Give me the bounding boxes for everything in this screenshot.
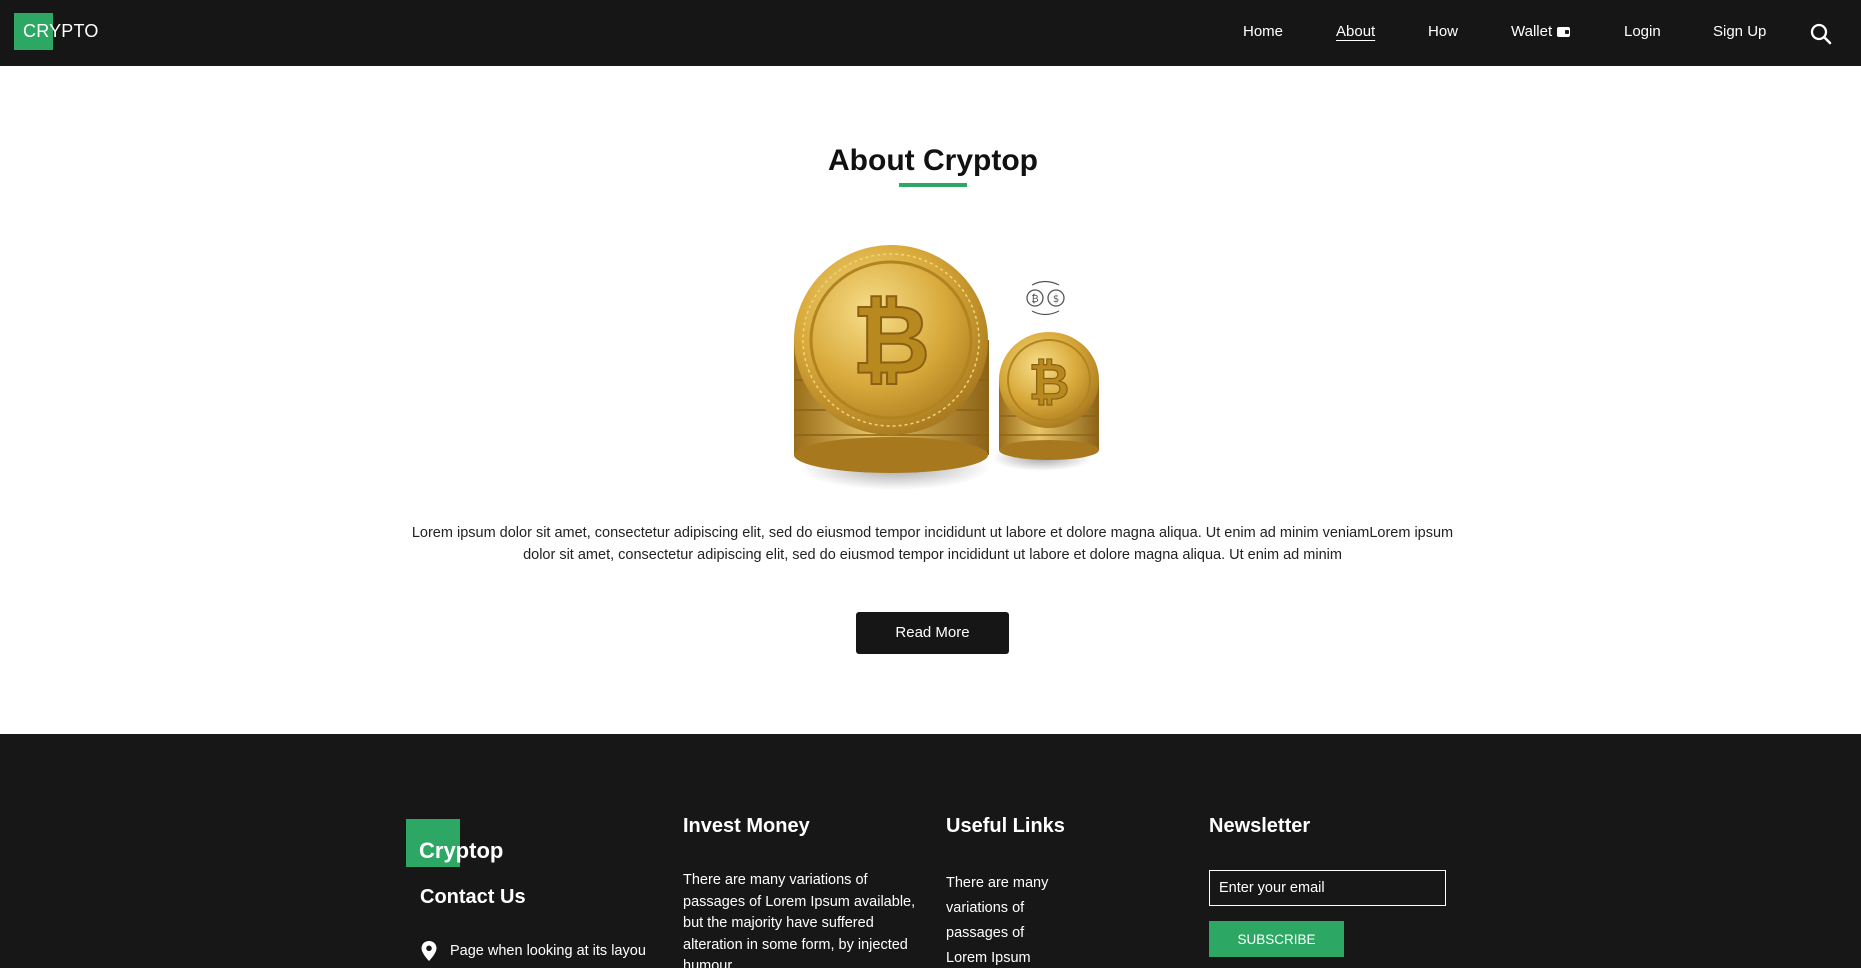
search-icon[interactable]: [1809, 22, 1833, 46]
footer: Cryptop Contact Us Page when looking at …: [0, 734, 1861, 968]
about-title: About Cryptop: [828, 144, 1038, 177]
bitcoin-coins-image: ₿ ₿ ₿ $: [780, 240, 1120, 505]
brand-text: CRYPTO: [23, 21, 99, 41]
nav-home[interactable]: Home: [1243, 22, 1283, 42]
contact-title: Contact Us: [420, 886, 526, 908]
nav-sign-up[interactable]: Sign Up: [1713, 22, 1766, 42]
nav-about[interactable]: About: [1336, 22, 1375, 42]
nav-how[interactable]: How: [1428, 22, 1458, 42]
nav-wallet[interactable]: Wallet: [1511, 22, 1571, 42]
location-pin-icon: [420, 940, 438, 962]
wallet-icon: [1557, 27, 1571, 37]
svg-text:₿: ₿: [1031, 293, 1038, 305]
contact-address-row: Page when looking at its layou: [420, 940, 646, 962]
footer-logo[interactable]: Cryptop: [406, 819, 503, 867]
svg-text:₿: ₿: [1029, 353, 1070, 411]
email-input[interactable]: [1209, 870, 1446, 906]
invest-title: Invest Money: [683, 815, 810, 837]
invest-text: There are many variations of passages of…: [683, 872, 916, 968]
useful-links-text: There are many variations of passages of…: [946, 875, 1049, 966]
footer-logo-text: Cryptop: [419, 838, 504, 863]
nav-wallet-label: Wallet: [1511, 23, 1553, 40]
navbar: CRYPTO Home About How Wallet Login Sign …: [0, 0, 1861, 66]
svg-text:$: $: [1053, 294, 1059, 305]
title-underline: [899, 183, 967, 187]
newsletter-title: Newsletter: [1209, 815, 1311, 837]
about-description: Lorem ipsum dolor sit amet, consectetur …: [411, 525, 1454, 563]
subscribe-button[interactable]: SUBSCRIBE: [1209, 921, 1344, 957]
nav-login[interactable]: Login: [1624, 22, 1661, 42]
currency-exchange-icon: ₿ $: [1026, 280, 1065, 316]
svg-text:₿: ₿: [852, 284, 930, 396]
contact-address: Page when looking at its layou: [450, 942, 646, 959]
useful-links-title: Useful Links: [946, 815, 1065, 837]
read-more-button[interactable]: Read More: [856, 612, 1009, 654]
brand-logo[interactable]: CRYPTO: [14, 13, 99, 50]
